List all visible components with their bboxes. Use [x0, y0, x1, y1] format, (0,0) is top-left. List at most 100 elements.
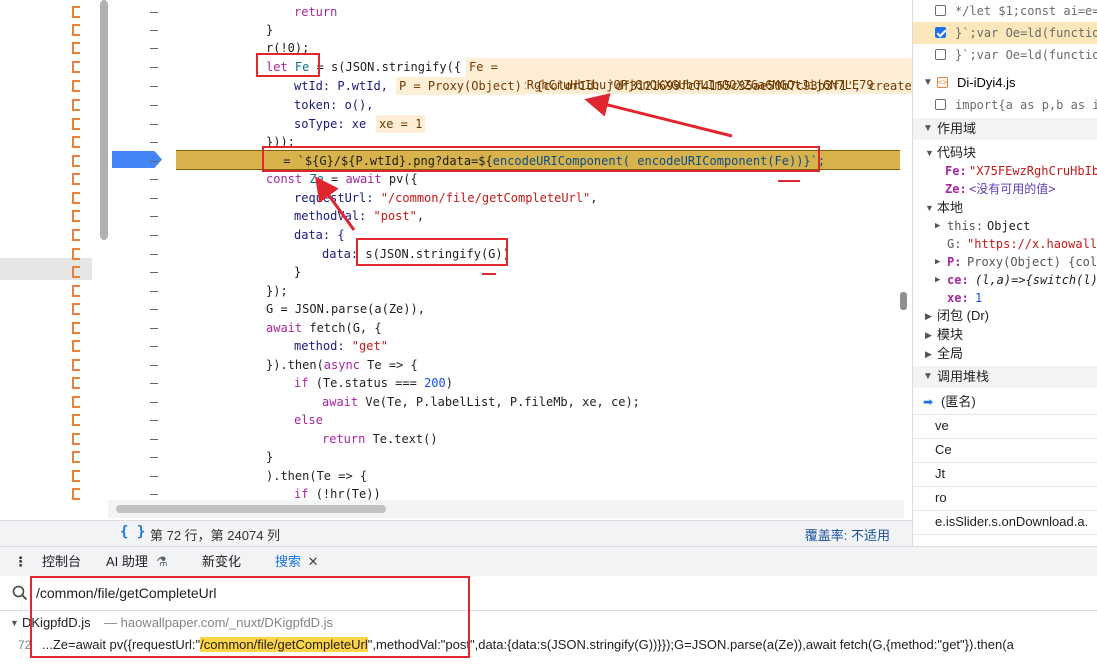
callstack-frame[interactable]: ro	[913, 486, 1097, 511]
code-line[interactable]: await fetch(G, {	[0, 319, 900, 337]
var-key: this:	[947, 219, 984, 233]
breakpoint-item-active[interactable]: }`;var Oe=ld(function	[913, 22, 1097, 44]
scope-label: 全局	[937, 346, 964, 361]
collapse-arrow-icon: ▼	[925, 148, 934, 158]
scope-var-ce[interactable]: ▶ ce: (l,a)=>{switch(l)	[913, 271, 1097, 289]
scope-section-header[interactable]: ▼ 作用域	[913, 118, 1097, 140]
line-number-dash[interactable]	[150, 216, 158, 217]
line-number-dash[interactable]	[150, 346, 158, 347]
scope-var-xe[interactable]: xe: 1	[913, 289, 1097, 307]
scope-var-fe[interactable]: Fe: "X75FEwzRghCruHbIbu	[913, 162, 1097, 180]
scope-var-this[interactable]: ▶ this: Object	[913, 217, 1097, 235]
vertical-scroll-thumb[interactable]	[900, 292, 907, 310]
line-number-dash[interactable]	[150, 198, 158, 199]
scope-closure[interactable]: ▶ 闭包 (Dr)	[913, 307, 1097, 325]
drawer-menu-icon[interactable]: ⋮	[14, 547, 27, 577]
scope-var-p[interactable]: ▶ P: Proxy(Object) {col	[913, 253, 1097, 271]
expand-arrow-icon[interactable]: ▶	[935, 253, 940, 271]
line-number-dash[interactable]	[150, 383, 158, 384]
line-number-dash[interactable]	[150, 12, 158, 13]
scope-var-g[interactable]: G: "https://x.haowallp	[913, 235, 1097, 253]
scope-global[interactable]: ▶ 全局	[913, 345, 1097, 363]
code-text: });	[266, 284, 288, 298]
code-line[interactable]: methodVal: "post",	[0, 207, 900, 225]
breakpoint-file[interactable]: ▼ <> Di-iDyi4.js	[913, 72, 1097, 94]
scope-var-ze[interactable]: Ze: <没有可用的值>	[913, 180, 1097, 198]
var-value: Object	[987, 219, 1031, 233]
scope-module[interactable]: ▶ 模块	[913, 326, 1097, 344]
line-number-dash[interactable]	[150, 457, 158, 458]
close-tab-icon[interactable]: ✕	[308, 554, 319, 569]
code-line[interactable]: soType: xe	[0, 115, 900, 133]
line-number-dash[interactable]	[150, 439, 158, 440]
line-number-dash[interactable]	[150, 179, 158, 180]
callstack-frame[interactable]: Ce	[913, 438, 1097, 463]
line-number-dash[interactable]	[150, 142, 158, 143]
line-number-dash[interactable]	[150, 30, 158, 31]
line-number-dash[interactable]	[150, 328, 158, 329]
expand-arrow-icon[interactable]: ▶	[935, 217, 940, 235]
line-number-dash[interactable]	[150, 254, 158, 255]
code-editor[interactable]: return} r(!0); let Fe = s(JSON.stringify({…	[0, 0, 912, 546]
breakpoint-item[interactable]: import{a as p,b as i,	[913, 94, 1097, 116]
pretty-print-icon[interactable]: { }	[120, 524, 145, 540]
horizontal-scroll-thumb[interactable]	[116, 505, 386, 513]
expand-arrow-icon[interactable]: ▶	[935, 271, 940, 289]
tab-ai-assistant[interactable]: AI 助理	[106, 547, 148, 577]
callstack-frame[interactable]: e.isSlider.s.onDownload.a.	[913, 510, 1097, 535]
line-number-dash[interactable]	[150, 48, 158, 49]
line-number-dash[interactable]	[150, 494, 158, 495]
line-number-dash[interactable]	[150, 161, 158, 162]
line-number-dash[interactable]	[150, 476, 158, 477]
line-number-dash[interactable]	[150, 105, 158, 106]
breakpoint-item[interactable]: }`;var Oe=ld(function	[913, 44, 1097, 66]
line-number-dash[interactable]	[150, 365, 158, 366]
code-line[interactable]: }).then(async Te => {	[0, 356, 900, 374]
line-number-dash[interactable]	[150, 272, 158, 273]
tab-console[interactable]: 控制台	[42, 547, 81, 577]
code-line[interactable]: token: o(),	[0, 96, 900, 114]
callstack-section-header[interactable]: ▼ 调用堆栈	[913, 366, 1097, 388]
code-line[interactable]: ).then(Te => {	[0, 467, 900, 485]
code-line[interactable]: return	[0, 3, 900, 21]
callstack-frame[interactable]: ve	[913, 414, 1097, 439]
breakpoint-checkbox[interactable]	[935, 49, 946, 60]
callstack-frame[interactable]: Jt	[913, 462, 1097, 487]
code-line[interactable]: const Ze = await pv({	[0, 170, 900, 188]
collapse-arrow-icon[interactable]: ▼	[10, 612, 19, 634]
expand-arrow-icon: ▶	[925, 311, 932, 321]
expand-arrow-icon[interactable]: ▼	[923, 72, 933, 94]
scope-local[interactable]: ▼ 本地	[913, 199, 1097, 217]
code-line[interactable]: else	[0, 411, 900, 429]
line-number-dash[interactable]	[150, 86, 158, 87]
line-number-dash[interactable]	[150, 124, 158, 125]
code-line[interactable]: G = JSON.parse(a(Ze)),	[0, 300, 900, 318]
scope-block[interactable]: ▼ 代码块	[913, 144, 1097, 162]
breakpoint-checkbox[interactable]	[935, 5, 946, 16]
code-line[interactable]: });	[0, 282, 900, 300]
code-line[interactable]: }	[0, 448, 900, 466]
breakpoint-item[interactable]: */let $1;const ai=e=>	[913, 0, 1097, 22]
section-label: 作用域	[937, 121, 977, 136]
line-number-dash[interactable]	[150, 402, 158, 403]
experimental-icon: ⚗	[156, 554, 168, 569]
breakpoint-checkbox[interactable]	[935, 27, 946, 38]
code-line[interactable]: method: "get"	[0, 337, 900, 355]
line-number-dash[interactable]	[150, 67, 158, 68]
code-line[interactable]: }	[0, 21, 900, 39]
line-number-dash[interactable]	[150, 235, 158, 236]
code-text: return Te.text()	[322, 432, 438, 446]
breakpoint-checkbox[interactable]	[935, 99, 946, 110]
code-line[interactable]: if (Te.status === 200)	[0, 374, 900, 392]
tab-search[interactable]: 搜索 ✕	[275, 547, 319, 579]
code-line[interactable]: return Te.text()	[0, 430, 900, 448]
line-number-dash[interactable]	[150, 420, 158, 421]
line-number-dash[interactable]	[150, 309, 158, 310]
callstack-frame-current[interactable]: ➡ (匿名)	[913, 390, 1097, 415]
line-number-dash[interactable]	[150, 291, 158, 292]
code-line[interactable]: requestUrl: "/common/file/getCompleteUrl…	[0, 189, 900, 207]
code-line[interactable]: await Ve(Te, P.labelList, P.fileMb, xe, …	[0, 393, 900, 411]
coverage-status[interactable]: 覆盖率: 不适用	[805, 525, 890, 544]
code-line[interactable]: r(!0);	[0, 39, 900, 57]
tab-whats-new[interactable]: 新变化	[202, 547, 241, 577]
